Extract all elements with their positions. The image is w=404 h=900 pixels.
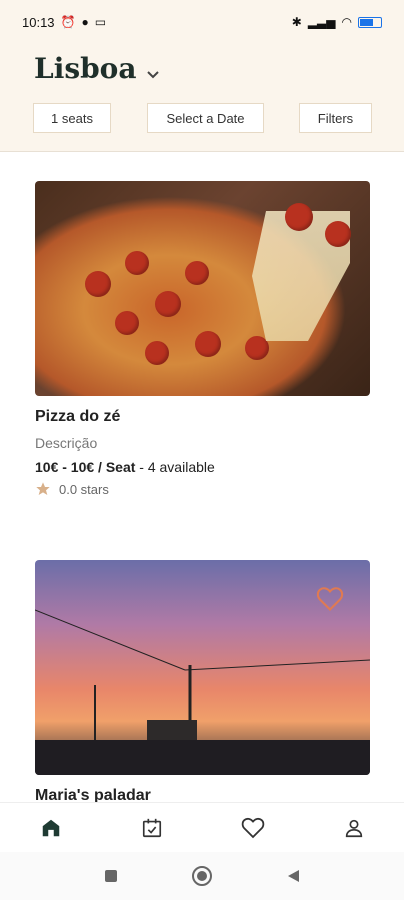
availability: - 4 available [135,459,215,475]
nav-reservations[interactable] [132,808,172,848]
favorite-heart-icon[interactable] [316,586,344,612]
restaurant-card[interactable]: Pizza do zé Descrição 10€ - 10€ / Seat -… [35,181,370,497]
filters-button[interactable]: Filters [299,103,372,133]
status-bar: 10:13 ⏰ ● ▭ ✱ ▂▃▅ ◠ [0,0,404,44]
price-line: 10€ - 10€ / Seat - 4 available [35,459,370,475]
status-time: 10:13 [22,14,55,30]
star-icon [36,482,50,495]
app-notification-icon: ● [81,15,89,29]
header: Lisboa 1 seats Select a Date Filters [0,44,404,152]
restaurant-image[interactable] [35,560,370,775]
battery-icon [358,16,382,28]
heart-icon [241,817,264,839]
rating-row: 0.0 stars [35,481,370,497]
city-title[interactable]: Lisboa [34,52,136,85]
restaurant-name: Pizza do zé [35,408,121,425]
nav-favorites[interactable] [233,808,273,848]
status-right: ✱ ▂▃▅ ◠ [292,15,382,29]
recents-icon[interactable] [103,868,119,884]
chevron-down-icon[interactable] [146,68,160,82]
calendar-check-icon [142,818,161,838]
price-range: 10€ - 10€ / Seat [35,459,136,475]
seats-filter-button[interactable]: 1 seats [33,103,111,133]
back-icon[interactable] [285,868,301,884]
date-filter-label: Select a Date [166,110,245,126]
restaurant-card[interactable]: Maria's paladar [35,560,370,805]
cast-icon: ▭ [94,15,107,29]
filters-label: Filters [317,110,354,126]
nav-profile[interactable] [334,808,374,848]
rating-text: 0.0 stars [59,481,109,497]
user-icon [345,819,362,838]
home-system-icon[interactable] [191,865,213,887]
nav-home[interactable] [31,808,71,848]
system-navigation [0,852,404,900]
bluetooth-icon: ✱ [291,15,302,29]
home-icon [42,819,59,837]
alarm-icon: ⏰ [60,15,76,29]
date-filter-button[interactable]: Select a Date [147,103,264,133]
restaurant-image[interactable] [35,181,370,396]
restaurant-description: Descrição [35,435,98,451]
bottom-navigation [0,802,404,853]
signal-icon: ▂▃▅ [307,15,336,29]
seats-filter-label: 1 seats [51,110,93,126]
wifi-icon: ◠ [341,15,352,29]
status-left: 10:13 ⏰ ● ▭ [22,15,106,30]
